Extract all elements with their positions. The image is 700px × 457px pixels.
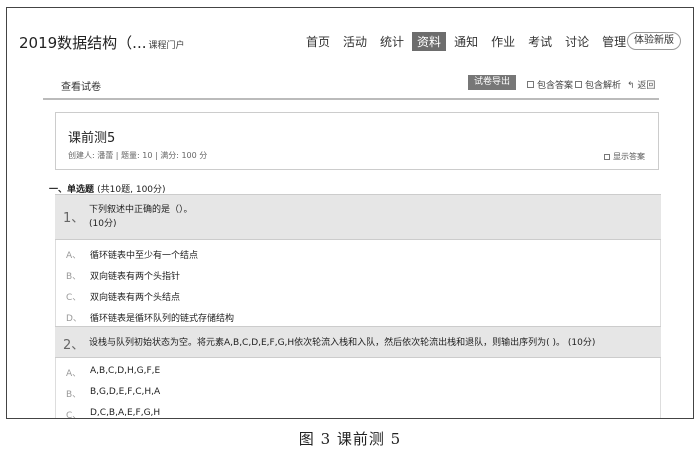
option-text: B,G,D,E,F,C,H,A (90, 387, 161, 397)
back-label: 返回 (637, 81, 656, 91)
option-text: 循环链表中至少有一个结点 (90, 251, 199, 261)
exam-meta: 创建人: 潘蕾 | 题量: 10 | 满分: 100 分 (68, 151, 208, 160)
include-answer-checkbox[interactable]: 包含答案 (527, 78, 573, 91)
question-number: 2、 (63, 338, 85, 353)
option-text: 双向链表有两个头指针 (90, 272, 181, 282)
top-header: 2019数据结构（... 课程门户 首页 活动 统计 资料 通知 作业 考试 讨论… (7, 8, 693, 62)
option-text: 循环链表是循环队列的链式存储结构 (90, 314, 235, 324)
course-title-text: 2019数据结构（... (19, 34, 147, 52)
exam-name: 课前测5 (68, 131, 116, 146)
option-text: D,C,B,A,E,F,G,H (90, 408, 161, 418)
option-text: 双向链表有两个头结点 (90, 293, 181, 303)
checkbox-icon (527, 81, 534, 88)
nav-discussion[interactable]: 讨论 (560, 32, 594, 51)
question-stem: 设栈与队列初始状态为空。将元素A,B,C,D,E,F,G,H依次轮流入栈和入队，… (89, 338, 596, 348)
question-number: 1、 (63, 211, 85, 226)
checkbox-icon (604, 153, 610, 160)
try-new-version-button[interactable]: 体验新版 (627, 32, 681, 50)
app-window: 2019数据结构（... 课程门户 首页 活动 统计 资料 通知 作业 考试 讨论… (6, 7, 694, 419)
option-label: B、 (66, 390, 82, 400)
main-nav: 首页 活动 统计 资料 通知 作业 考试 讨论 管理 (301, 32, 634, 51)
exam-toolbar: 查看试卷 试卷导出 包含答案 包含解析 ↰ 返回 (43, 74, 659, 100)
course-portal-link[interactable]: 课程门户 (148, 41, 184, 51)
option-text: A,B,C,D,H,G,F,E (90, 366, 161, 376)
exam-summary-card: 课前测5 创建人: 潘蕾 | 题量: 10 | 满分: 100 分 显示答案 (55, 112, 659, 170)
figure-caption: 图 3 课前测 5 (298, 430, 402, 448)
question-stem: 下列叙述中正确的是（）。 (89, 205, 193, 215)
question-header: 2、 设栈与队列初始状态为空。将元素A,B,C,D,E,F,G,H依次轮流入栈和… (55, 326, 661, 358)
question-options: A、 循环链表中至少有一个结点 B、 双向链表有两个头指针 C、 双向链表有两个头结点… (55, 240, 661, 326)
checkbox-icon (575, 81, 582, 88)
question-header: 1、 下列叙述中正确的是（）。 (10分) (55, 194, 661, 240)
view-exam-title: 查看试卷 (61, 82, 101, 93)
nav-statistics[interactable]: 统计 (375, 32, 409, 51)
export-exam-button[interactable]: 试卷导出 (468, 75, 516, 90)
back-arrow-icon: ↰ (627, 81, 635, 91)
option-label: C、 (66, 411, 82, 419)
option-label: A、 (66, 369, 82, 379)
include-analysis-checkbox[interactable]: 包含解析 (575, 78, 621, 91)
nav-notices[interactable]: 通知 (449, 32, 483, 51)
question-score: (10分) (89, 219, 117, 229)
course-title[interactable]: 2019数据结构（... 课程门户 (19, 32, 185, 53)
question-options: A、 A,B,C,D,H,G,F,E B、 B,G,D,E,F,C,H,A C、 D,… (55, 358, 661, 419)
nav-home[interactable]: 首页 (301, 32, 335, 51)
nav-homework[interactable]: 作业 (486, 32, 520, 51)
include-analysis-label: 包含解析 (585, 81, 622, 91)
nav-exams[interactable]: 考试 (523, 32, 557, 51)
option-label: D、 (66, 314, 82, 324)
nav-materials[interactable]: 资料 (412, 32, 447, 51)
option-label: C、 (66, 293, 82, 303)
option-label: B、 (66, 272, 82, 282)
back-link[interactable]: ↰ 返回 (627, 78, 655, 91)
show-answer-checkbox[interactable]: 显示答案 (604, 151, 645, 162)
show-answer-label: 显示答案 (613, 152, 645, 161)
option-label: A、 (66, 251, 82, 261)
nav-activity[interactable]: 活动 (338, 32, 372, 51)
question-text: 下列叙述中正确的是（）。 (10分) (89, 203, 193, 231)
include-answer-label: 包含答案 (537, 81, 574, 91)
